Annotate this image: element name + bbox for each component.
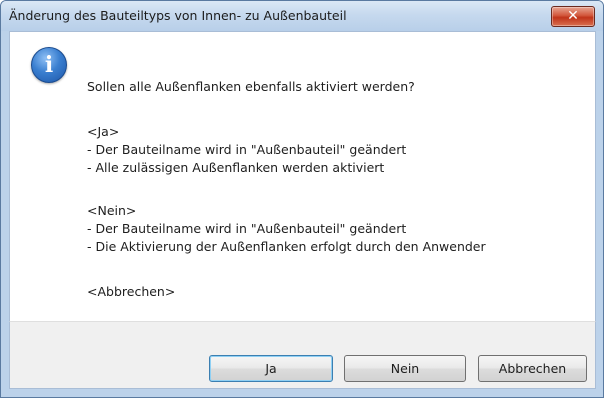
question-text: Sollen alle Außenflanken ebenfalls aktiv… bbox=[87, 79, 415, 94]
dialog-window: Änderung des Bauteiltyps von Innen- zu A… bbox=[0, 0, 604, 398]
no-button[interactable]: Nein bbox=[344, 355, 466, 382]
cancel-button[interactable]: Abbrechen bbox=[478, 355, 587, 382]
title-bar[interactable]: Änderung des Bauteiltyps von Innen- zu A… bbox=[1, 1, 603, 31]
close-icon: ✕ bbox=[567, 8, 579, 24]
message-line: <Nein> bbox=[87, 203, 137, 218]
message-line: <Abbrechen> bbox=[87, 284, 176, 299]
yes-button[interactable]: Ja bbox=[209, 355, 333, 382]
message-line: - Der Bauteilname wird in "Außenbauteil"… bbox=[87, 221, 407, 236]
window-title: Änderung des Bauteiltyps von Innen- zu A… bbox=[9, 8, 347, 23]
close-button[interactable]: ✕ bbox=[551, 6, 595, 27]
message-line: - Die Aktivierung der Außenflanken erfol… bbox=[87, 239, 486, 254]
message-line: <Ja> bbox=[87, 124, 120, 139]
message-line: - Der Bauteilname wird in "Außenbauteil"… bbox=[87, 142, 407, 157]
info-icon: i bbox=[31, 47, 67, 83]
message-area bbox=[9, 31, 596, 322]
message-line: - Alle zulässigen Außenflanken werden ak… bbox=[87, 160, 385, 175]
